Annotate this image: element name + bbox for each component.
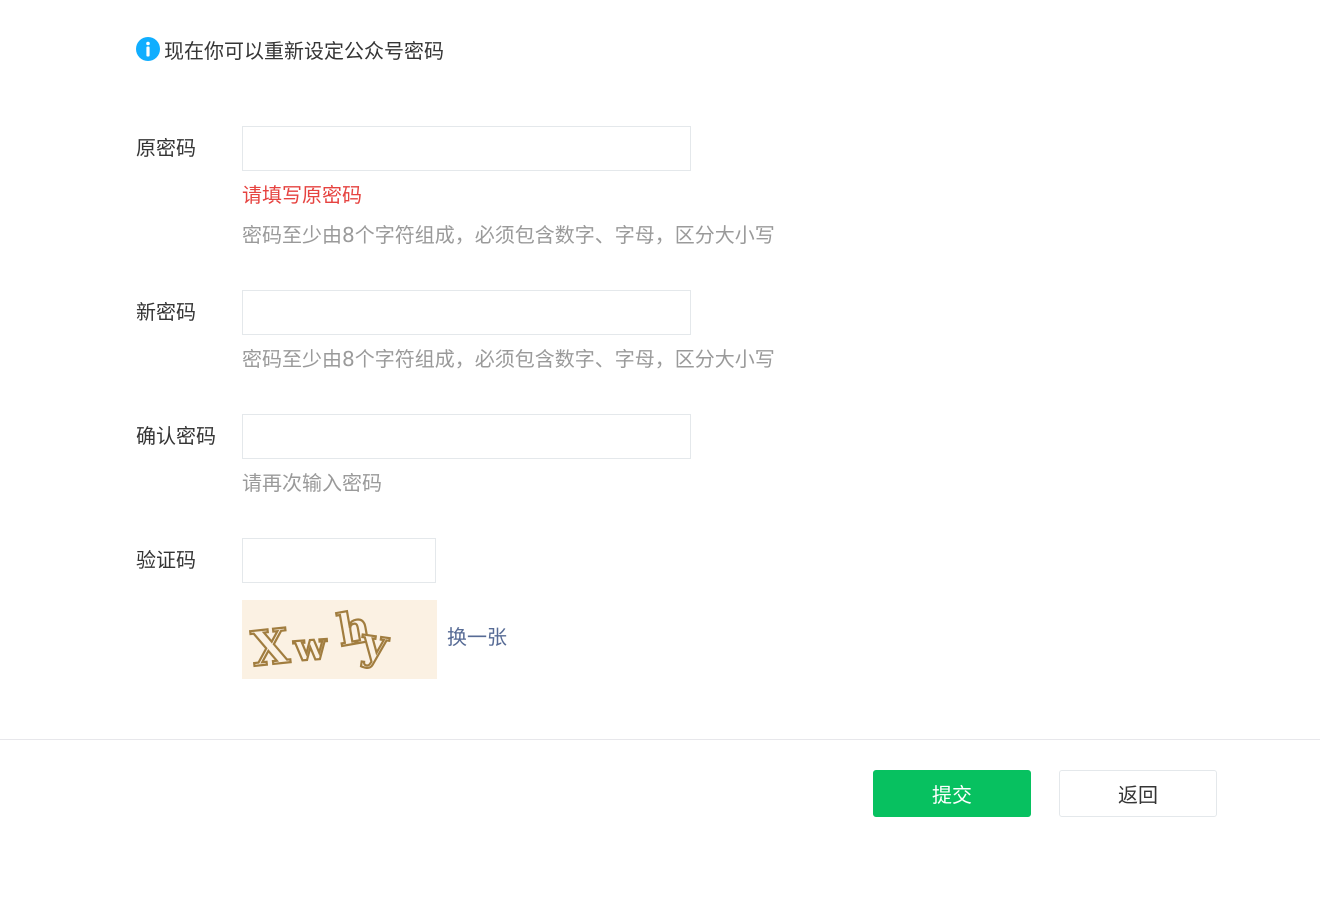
notice-banner: 现在你可以重新设定公众号密码	[136, 36, 444, 63]
confirm-password-label: 确认密码	[136, 424, 216, 448]
new-password-input[interactable]	[242, 290, 691, 335]
old-password-label: 原密码	[136, 136, 196, 160]
captcha-input[interactable]	[242, 538, 436, 583]
refresh-captcha-link[interactable]: 换一张	[447, 624, 507, 650]
confirm-password-hint: 请再次输入密码	[242, 471, 382, 495]
old-password-input[interactable]	[242, 126, 691, 171]
back-button[interactable]: 返回	[1059, 770, 1217, 817]
notice-text: 现在你可以重新设定公众号密码	[164, 38, 444, 63]
confirm-password-input[interactable]	[242, 414, 691, 459]
captcha-image[interactable]: X w h y	[242, 600, 437, 679]
new-password-label: 新密码	[136, 300, 196, 324]
footer-divider	[0, 739, 1320, 740]
submit-button[interactable]: 提交	[873, 770, 1031, 817]
captcha-char: X	[249, 618, 293, 678]
reset-password-page: 现在你可以重新设定公众号密码 原密码 请填写原密码 密码至少由8个字符组成，必须…	[0, 0, 1320, 899]
captcha-label: 验证码	[136, 548, 196, 572]
old-password-hint: 密码至少由8个字符组成，必须包含数字、字母，区分大小写	[242, 223, 775, 247]
new-password-hint: 密码至少由8个字符组成，必须包含数字、字母，区分大小写	[242, 347, 775, 371]
old-password-error: 请填写原密码	[242, 183, 362, 207]
info-icon	[136, 37, 160, 61]
captcha-char: w	[291, 623, 329, 670]
